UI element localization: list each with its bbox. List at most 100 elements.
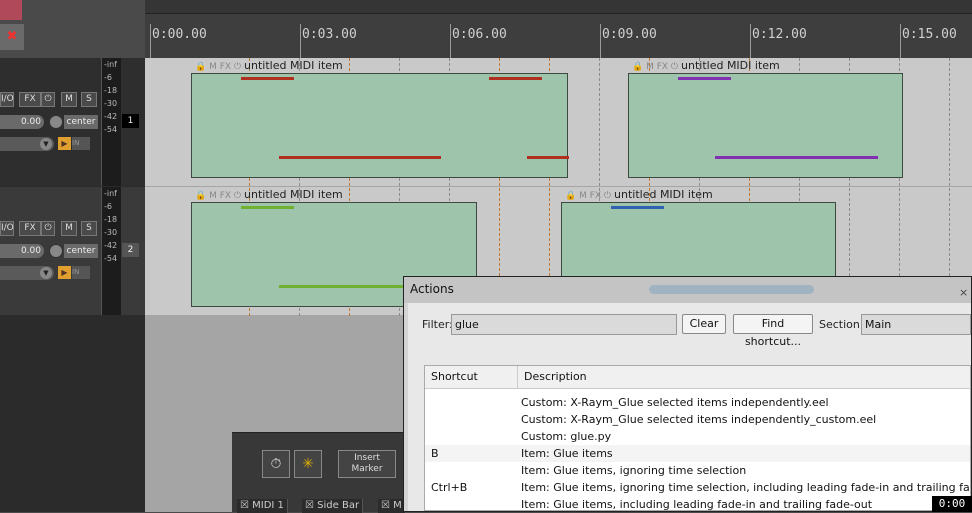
meter-label: -18 [104, 86, 118, 95]
track-1[interactable]: I/O FX ⏻ M S 0.00 center ▼ ▶ IN -inf -6 … [0, 58, 145, 186]
midi-note [241, 206, 294, 209]
pan-field[interactable]: center [64, 115, 98, 129]
item-icons: 🔒 M FX ⏻ [632, 62, 679, 72]
table-row[interactable]: Custom: X-Raym_Glue selected items indep… [425, 394, 970, 411]
ruler-tick [600, 24, 601, 58]
midi-note [611, 206, 664, 209]
meter-label: -inf [104, 60, 117, 69]
row-description: Item: Glue items, including leading fade… [521, 498, 873, 511]
ruler-tick [900, 24, 901, 58]
track-number: 2 [122, 243, 139, 257]
io-button[interactable]: I/O [0, 92, 14, 107]
timeline-ruler[interactable]: 0:00.00 0:03.00 0:06.00 0:09.00 0:12.00 … [145, 0, 972, 58]
item-icons: 🔒 M FX ⏻ [195, 62, 242, 72]
dock-tab-label: M [393, 500, 402, 511]
clear-button[interactable]: Clear [682, 314, 726, 334]
record-arm-icon[interactable] [0, 0, 22, 20]
midi-item[interactable] [628, 73, 903, 178]
solo-button[interactable]: S [81, 92, 97, 107]
input-select[interactable]: ▼ [0, 137, 54, 151]
ruler-tick [300, 24, 301, 58]
meter-label: -30 [104, 228, 118, 237]
track-number: 1 [122, 114, 139, 128]
fx-button[interactable]: FX [19, 92, 41, 107]
meter-label: -6 [104, 73, 112, 82]
meter-label: -42 [104, 241, 118, 250]
shortcut-column-header[interactable]: Shortcut [425, 366, 518, 389]
phase-icon[interactable]: ⏻ [41, 92, 55, 107]
pan-knob[interactable] [49, 244, 63, 258]
table-row[interactable]: B Item: Glue items [425, 445, 970, 462]
description-column-header[interactable]: Description [518, 366, 970, 389]
insert-marker-button[interactable]: Insert Marker [338, 450, 396, 478]
table-row[interactable]: Ctrl+B Item: Glue items, ignoring time se… [425, 479, 971, 496]
dock-tab-m[interactable]: ☒ M [378, 499, 406, 513]
item-icons: 🔒 M FX ⏻ [565, 191, 612, 201]
table-row[interactable]: Item: Glue items, including leading fade… [425, 496, 970, 511]
track-meter: -inf -6 -18 -30 -42 -54 [101, 187, 121, 315]
item-header: 🔒 M FX ⏻ untitled MIDI item [195, 59, 343, 73]
midi-note [715, 156, 878, 159]
actions-dialog: Actions × Filter: glue Clear Find shortc… [403, 276, 972, 512]
io-button[interactable]: I/O [0, 221, 14, 236]
filter-input[interactable]: glue [451, 314, 677, 335]
solo-button[interactable]: S [81, 221, 97, 236]
meter-label: -42 [104, 112, 118, 121]
close-icon[interactable]: × [959, 281, 969, 299]
track-meter: -inf -6 -18 -30 -42 -54 [101, 58, 121, 186]
chevron-down-icon: ▼ [40, 267, 52, 279]
midi-note [527, 156, 569, 159]
item-name: untitled MIDI item [244, 59, 343, 72]
volume-field[interactable]: 0.00 [0, 244, 44, 258]
tcp-header: ✖ [0, 0, 145, 58]
fx-bypass-icon[interactable]: ▶ [58, 137, 71, 150]
fx-bypass-icon[interactable]: ▶ [58, 266, 71, 279]
table-header: Shortcut Description ^ [425, 365, 970, 389]
dock-tab-sidebar[interactable]: ☒ Side Bar [302, 499, 364, 513]
meter-label: -54 [104, 125, 118, 134]
title-drag-thumb[interactable] [649, 285, 814, 294]
row-shortcut: B [431, 447, 439, 460]
midi-item[interactable] [191, 73, 569, 178]
meter-label: -54 [104, 254, 118, 263]
section-label: Section: [819, 318, 864, 331]
ruler-label: 0:03.00 [302, 27, 357, 42]
metronome-icon[interactable]: ⏱ [262, 450, 290, 478]
dock-tab-label: MIDI 1 [252, 500, 284, 511]
section-select[interactable]: Main [861, 314, 971, 335]
row-description: Item: Glue items, ignoring time selectio… [521, 481, 971, 494]
close-icon[interactable]: ✖ [0, 24, 24, 50]
pan-field[interactable]: center [64, 244, 98, 258]
row-description: Item: Glue items, ignoring time selectio… [521, 464, 747, 477]
sort-arrow-icon: ^ [907, 365, 915, 373]
ruler-label: 0:00.00 [152, 27, 207, 42]
phase-icon[interactable]: ⏻ [41, 221, 55, 236]
find-shortcut-button[interactable]: Find shortcut... [733, 314, 813, 348]
actions-table[interactable]: Shortcut Description ^ Custom: X-Raym_Gl… [424, 365, 971, 511]
item-name: untitled MIDI item [681, 59, 780, 72]
input-select[interactable]: ▼ [0, 266, 54, 280]
item-icons: 🔒 M FX ⏻ [195, 191, 242, 201]
meter-label: -6 [104, 202, 112, 211]
table-row[interactable]: Custom: X-Raym_Glue selected items indep… [425, 411, 970, 428]
pan-knob[interactable] [49, 115, 63, 129]
volume-field[interactable]: 0.00 [0, 115, 44, 129]
snap-icon[interactable]: ✳ [294, 450, 322, 478]
bottom-dock: ⏱ ✳ Insert Marker ☒ MIDI 1 ☒ Side Bar ☒ … [232, 432, 407, 513]
table-row[interactable]: Item: Glue items, ignoring time selectio… [425, 462, 970, 479]
dock-tab-label: Side Bar [317, 500, 360, 511]
ruler-label: 0:12.00 [752, 27, 807, 42]
item-header: 🔒 M FX ⏻ untitled MIDI item [565, 188, 713, 202]
mute-button[interactable]: M [61, 92, 77, 107]
ruler-region-bar [145, 0, 972, 14]
dialog-titlebar[interactable]: Actions × [404, 277, 971, 303]
track-2[interactable]: I/O FX ⏻ M S 0.00 center ▼ ▶ IN -inf -6 … [0, 187, 145, 315]
input-label: IN [72, 137, 90, 150]
mute-button[interactable]: M [61, 221, 77, 236]
ruler-tick [450, 24, 451, 58]
item-header: 🔒 M FX ⏻ untitled MIDI item [632, 59, 780, 73]
dock-tab-midi[interactable]: ☒ MIDI 1 [237, 499, 288, 513]
row-shortcut: Ctrl+B [431, 481, 468, 494]
fx-button[interactable]: FX [19, 221, 41, 236]
table-row[interactable]: Custom: glue.py [425, 428, 970, 445]
